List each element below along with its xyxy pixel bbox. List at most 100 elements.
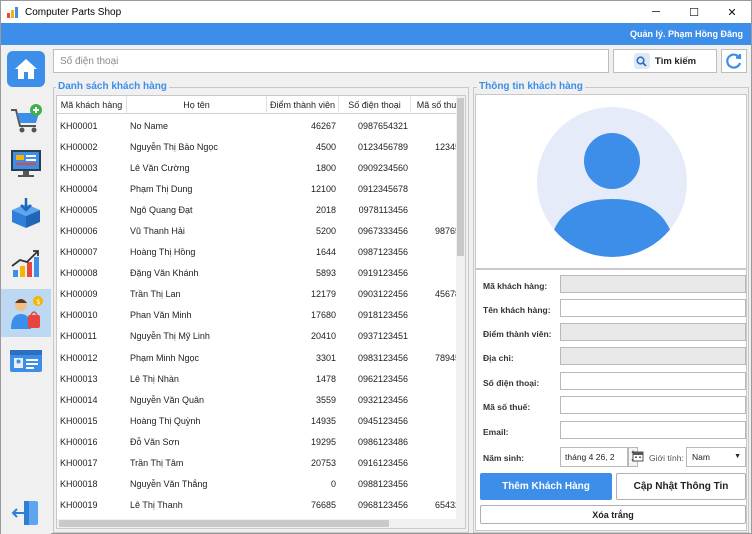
cell-id: KH00009 xyxy=(60,289,98,300)
table-row[interactable]: KH00010 Phan Văn Minh 17680 0918123456 xyxy=(57,305,463,326)
cell-phone: 0916123456 xyxy=(357,458,408,469)
cell-id: KH00013 xyxy=(60,373,98,384)
table-row[interactable]: KH00009 Trần Thị Lan 12179 0903122456 45678 xyxy=(57,284,463,305)
cell-phone: 0986123486 xyxy=(357,436,408,447)
address-field[interactable] xyxy=(560,347,746,365)
search-button[interactable]: Tìm kiếm xyxy=(613,49,717,73)
cell-points: 76685 xyxy=(310,500,336,511)
svg-text:$: $ xyxy=(36,298,40,306)
add-customer-button[interactable]: Thêm Khách Hàng xyxy=(480,473,612,500)
cell-points: 0 xyxy=(330,479,336,490)
table-row[interactable]: KH00011 Nguyễn Thị Mỹ Linh 20410 0937123451 xyxy=(57,326,463,347)
cell-phone: 0932123456 xyxy=(357,394,408,405)
table-row[interactable]: KH00005 Ngô Quang Đạt 2018 0978113456 xyxy=(57,199,463,220)
cell-points: 4500 xyxy=(315,141,336,152)
member-points-field[interactable] xyxy=(560,323,746,341)
table-row[interactable]: KH00006 Vũ Thanh Hải 5200 0967333456 98765 xyxy=(57,220,463,241)
table-row[interactable]: KH00003 Lê Văn Cường 1800 0909234560 xyxy=(57,157,463,178)
monitor-icon xyxy=(11,150,41,177)
table-row[interactable]: KH00017 Trần Thị Tâm 20753 0916123456 xyxy=(57,453,463,474)
cell-points: 2018 xyxy=(315,204,336,215)
column-header-id[interactable]: Mã khách hàng xyxy=(57,96,127,114)
table-row[interactable]: KH00012 Phạm Minh Ngọc 3301 0983123456 78945 xyxy=(57,347,463,368)
email-field[interactable] xyxy=(560,421,746,439)
minimize-button[interactable]: ─ xyxy=(637,1,675,23)
table-row[interactable]: KH00014 Nguyễn Văn Quân 3559 0932123456 xyxy=(57,389,463,410)
customer-info-title: Thông tin khách hàng xyxy=(477,81,585,92)
cell-points: 1644 xyxy=(315,247,336,258)
search-button-label: Tìm kiếm xyxy=(654,55,697,67)
cell-phone: 0987123456 xyxy=(357,247,408,258)
birth-date-picker[interactable]: tháng 4 26, 2 xyxy=(560,447,628,467)
sidebar-item-customers[interactable]: $ xyxy=(1,289,51,337)
close-button[interactable]: ✕ xyxy=(713,1,751,23)
cell-id: KH00005 xyxy=(60,204,98,215)
table-row[interactable]: KH00002 Nguyễn Thị Bảo Ngọc 4500 0123456789… xyxy=(57,136,463,157)
label-phone: Số điện thoại: xyxy=(483,378,540,388)
cell-phone: 0987654321 xyxy=(357,120,408,131)
maximize-button[interactable]: ☐ xyxy=(675,1,713,23)
table-row[interactable]: KH00018 Nguyễn Văn Thắng 0 0988123456 xyxy=(57,474,463,495)
column-header-points[interactable]: Điểm thành viên xyxy=(267,96,339,114)
sidebar-item-import[interactable] xyxy=(7,195,45,231)
phone-field[interactable] xyxy=(560,372,746,390)
title-bar: Computer Parts Shop ─ ☐ ✕ xyxy=(1,1,751,23)
horizontal-scrollbar[interactable] xyxy=(57,519,465,528)
tax-code-field[interactable] xyxy=(560,396,746,414)
table-row[interactable]: KH00004 Phạm Thị Dung 12100 0912345678 xyxy=(57,178,463,199)
sidebar-item-logout[interactable] xyxy=(7,495,45,531)
cell-points: 12179 xyxy=(310,289,336,300)
cell-id: KH00010 xyxy=(60,310,98,321)
cell-points: 1800 xyxy=(315,162,336,173)
cell-points: 12100 xyxy=(310,183,336,194)
customer-shopping-icon: $ xyxy=(11,296,43,329)
gender-select[interactable]: Nam ▼ xyxy=(686,447,746,467)
cell-name: Nguyễn Văn Thắng xyxy=(130,479,208,490)
sidebar-item-sales[interactable] xyxy=(7,101,45,137)
label-address: Địa chỉ: xyxy=(483,353,514,363)
sidebar-item-home[interactable] xyxy=(7,51,45,87)
table-row[interactable]: KH00008 Đặng Văn Khánh 5893 0919123456 xyxy=(57,263,463,284)
cell-points: 1478 xyxy=(315,373,336,384)
refresh-button[interactable] xyxy=(721,49,747,73)
cell-points: 5893 xyxy=(315,268,336,279)
column-header-phone[interactable]: Số điện thoại xyxy=(339,96,411,114)
column-header-name[interactable]: Họ tên xyxy=(127,96,267,114)
home-icon xyxy=(15,59,37,79)
customer-name-field[interactable] xyxy=(560,299,746,317)
clear-form-button[interactable]: Xóa trắng xyxy=(480,505,746,524)
calendar-icon[interactable] xyxy=(632,450,644,462)
current-user-label: Quản lý. Phạm Hồng Đăng xyxy=(629,29,743,39)
customer-id-field[interactable] xyxy=(560,275,746,293)
avatar-frame[interactable] xyxy=(475,94,747,269)
id-card-icon xyxy=(10,350,42,372)
sidebar-item-products[interactable] xyxy=(7,145,45,181)
label-tax-code: Mã số thuế: xyxy=(483,402,531,412)
cell-points: 5200 xyxy=(315,226,336,237)
table-row[interactable]: KH00016 Đỗ Văn Sơn 19295 0986123486 xyxy=(57,431,463,452)
customer-table[interactable]: Mã khách hàng Họ tên Điểm thành viên Số … xyxy=(56,95,466,529)
sidebar-item-employees[interactable] xyxy=(7,343,45,379)
horizontal-scroll-thumb[interactable] xyxy=(59,520,389,527)
cell-name: No Name xyxy=(130,120,169,131)
cell-name: Ngô Quang Đạt xyxy=(130,204,193,215)
app-logo-icon xyxy=(7,6,19,18)
update-info-button[interactable]: Cập Nhật Thông Tin xyxy=(616,473,746,500)
cell-points: 19295 xyxy=(310,436,336,447)
table-row[interactable]: KH00019 Lê Thị Thanh 76685 0968123456 65432 xyxy=(57,495,463,516)
cell-name: Phạm Minh Ngọc xyxy=(130,352,200,363)
table-row[interactable]: KH00007 Hoàng Thị Hồng 1644 0987123456 xyxy=(57,242,463,263)
phone-search-input[interactable] xyxy=(53,49,609,73)
table-row[interactable]: KH00013 Lê Thị Nhàn 1478 0962123456 xyxy=(57,368,463,389)
table-row[interactable]: KH00001 No Name 46267 0987654321 xyxy=(57,115,463,136)
cell-points: 46267 xyxy=(310,120,336,131)
sidebar-item-statistics[interactable] xyxy=(7,245,45,281)
cell-id: KH00006 xyxy=(60,226,98,237)
table-row[interactable]: KH00015 Hoàng Thị Quỳnh 14935 0945123456 xyxy=(57,410,463,431)
cell-name: Lê Văn Cường xyxy=(130,162,190,173)
cell-phone: 0945123456 xyxy=(357,415,408,426)
vertical-scroll-thumb[interactable] xyxy=(457,98,464,256)
vertical-scrollbar[interactable] xyxy=(456,96,465,521)
cell-phone: 0123456789 xyxy=(357,141,408,152)
table-header: Mã khách hàng Họ tên Điểm thành viên Số … xyxy=(57,96,463,114)
